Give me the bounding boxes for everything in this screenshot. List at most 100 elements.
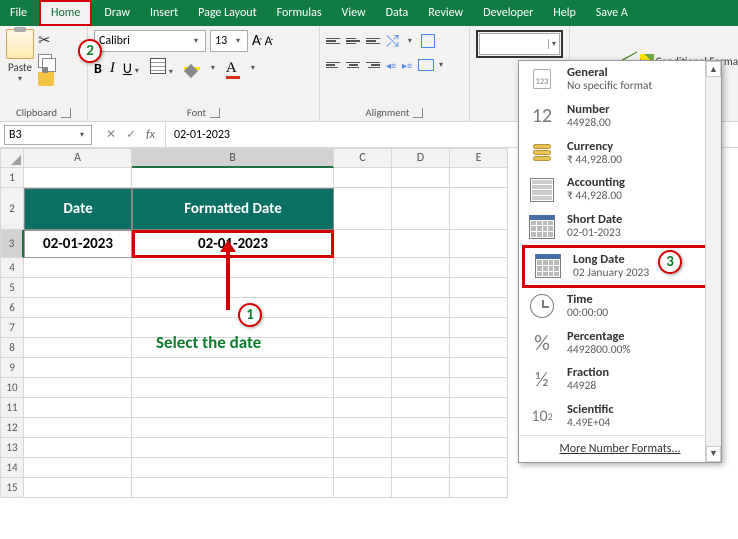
row-header[interactable]: 13 [0,438,24,458]
cell[interactable] [450,258,508,278]
cell[interactable] [392,258,450,278]
clipboard-dialog-launcher[interactable] [61,108,71,118]
cell[interactable] [24,278,132,298]
cell[interactable] [392,298,450,318]
cell[interactable] [132,478,334,498]
cell[interactable] [132,378,334,398]
table-header-formatted-date[interactable]: Formatted Date [132,188,334,230]
cell[interactable] [334,438,392,458]
cell[interactable] [392,378,450,398]
cell[interactable] [450,278,508,298]
wrap-text-button[interactable] [421,34,435,48]
italic-button[interactable]: I [110,60,115,77]
font-color-button[interactable]: A [226,58,240,79]
tab-data[interactable]: Data [376,0,419,26]
increase-font-button[interactable]: Aˆ [252,32,261,50]
format-accounting[interactable]: Accounting₹ 44,928.00 [519,171,721,208]
row-header[interactable]: 6 [0,298,24,318]
merge-center-button[interactable]: ▾ [418,59,446,71]
cell[interactable] [450,298,508,318]
row-header[interactable]: 11 [0,398,24,418]
more-number-formats[interactable]: More Number Formats... [519,435,721,462]
fx-button[interactable]: fx [146,128,155,142]
col-header-a[interactable]: A [24,148,132,168]
format-scientific[interactable]: 102 Scientific4.49E+04 [519,398,721,435]
col-header-c[interactable]: C [334,148,392,168]
font-name-select[interactable]: Calibri▾ [94,30,206,52]
cell[interactable] [24,458,132,478]
cell[interactable] [132,438,334,458]
cell[interactable] [392,458,450,478]
cell[interactable] [392,438,450,458]
cell[interactable] [392,358,450,378]
tab-page-layout[interactable]: Page Layout [188,0,266,26]
fill-color-button[interactable] [184,66,200,70]
align-bottom-button[interactable] [366,38,380,45]
cell[interactable] [392,278,450,298]
font-size-select[interactable]: 13▾ [210,30,248,52]
row-header[interactable]: 4 [0,258,24,278]
align-right-button[interactable] [366,62,380,69]
cell[interactable] [334,230,392,258]
cell[interactable] [132,398,334,418]
increase-indent-button[interactable]: ▸≡ [402,59,412,72]
select-all-button[interactable] [0,148,24,168]
number-format-select[interactable]: ▾ [479,33,560,55]
row-header[interactable]: 15 [0,478,24,498]
cell[interactable] [450,458,508,478]
format-time[interactable]: Time00:00:00 [519,288,721,325]
cell[interactable] [24,398,132,418]
table-header-date[interactable]: Date [24,188,132,230]
tab-help[interactable]: Help [543,0,586,26]
col-header-e[interactable]: E [450,148,508,168]
align-left-button[interactable] [326,62,340,69]
cell[interactable] [334,188,392,230]
format-fraction[interactable]: ½ Fraction44928 [519,361,721,398]
cell[interactable] [450,168,508,188]
scroll-down-button[interactable]: ▼ [706,446,721,462]
tab-home[interactable]: Home [41,2,90,24]
cell[interactable] [334,278,392,298]
cell[interactable] [132,358,334,378]
name-box[interactable]: B3▾ [4,125,92,145]
cell[interactable] [450,478,508,498]
format-short-date[interactable]: Short Date02-01-2023 [519,208,721,245]
tab-review[interactable]: Review [418,0,473,26]
cell[interactable] [392,188,450,230]
cell[interactable] [24,418,132,438]
cell[interactable] [334,398,392,418]
alignment-dialog-launcher[interactable] [413,108,423,118]
format-number[interactable]: 12 Number44928.00 [519,98,721,135]
cell[interactable] [334,478,392,498]
tab-formulas[interactable]: Formulas [267,0,332,26]
scroll-up-button[interactable]: ▲ [706,61,721,77]
copy-button[interactable] [38,54,52,68]
cell[interactable] [24,378,132,398]
col-header-d[interactable]: D [392,148,450,168]
cell[interactable] [334,168,392,188]
cell[interactable] [24,478,132,498]
bold-button[interactable]: B [94,60,102,77]
cell[interactable] [450,358,508,378]
row-header[interactable]: 2 [0,188,24,230]
cell[interactable] [392,318,450,338]
tab-file[interactable]: File [0,0,37,26]
format-currency[interactable]: Currency₹ 44,928.00 [519,135,721,172]
tab-save[interactable]: Save A [586,0,638,26]
dropdown-scrollbar[interactable]: ▲ ▼ [705,61,721,462]
row-header[interactable]: 1 [0,168,24,188]
tab-draw[interactable]: Draw [94,0,140,26]
cell[interactable] [450,378,508,398]
cell[interactable] [24,338,132,358]
cell[interactable] [334,318,392,338]
cell[interactable] [132,418,334,438]
cell[interactable] [450,438,508,458]
cell[interactable] [450,188,508,230]
cell[interactable] [334,418,392,438]
font-dialog-launcher[interactable] [210,108,220,118]
row-header[interactable]: 12 [0,418,24,438]
cancel-formula-button[interactable]: ✕ [106,127,116,142]
cut-button[interactable]: ✂ [38,31,54,50]
row-header[interactable]: 3 [0,230,24,258]
format-painter-button[interactable] [38,72,54,86]
